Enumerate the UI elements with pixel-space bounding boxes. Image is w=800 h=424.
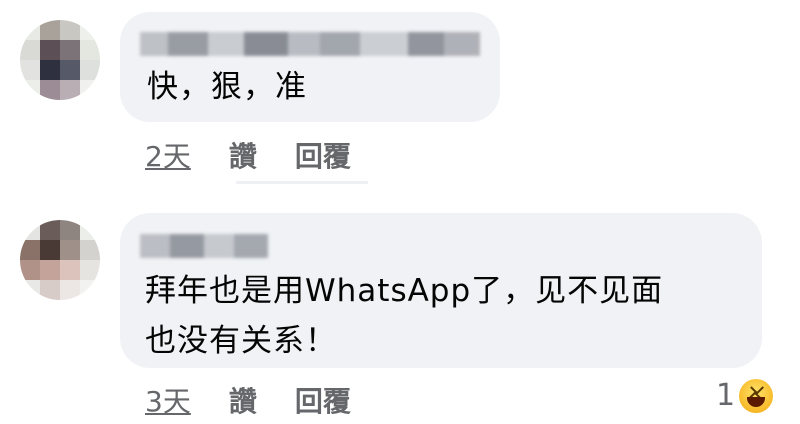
like-button[interactable]: 讚	[229, 135, 257, 175]
haha-emoji-icon	[739, 378, 774, 413]
comment-text: 快，狠，准	[147, 69, 307, 105]
timestamp-link[interactable]: 2天	[145, 135, 191, 175]
avatar[interactable]	[20, 20, 100, 100]
reply-button[interactable]: 回覆	[295, 380, 351, 420]
divider	[236, 181, 368, 184]
timestamp-link[interactable]: 3天	[145, 380, 191, 420]
comment-text: 拜年也是用WhatsApp了，见不见面 也没有关系！	[145, 273, 664, 359]
author-name[interactable]	[140, 32, 480, 56]
comment-meta: 3天 讚 回覆	[145, 380, 351, 420]
reaction-count: 1	[716, 378, 736, 413]
author-name[interactable]	[140, 234, 268, 258]
like-button[interactable]: 讚	[229, 380, 257, 420]
reply-button[interactable]: 回覆	[295, 135, 351, 175]
reaction-summary[interactable]: 1	[716, 378, 774, 413]
comment-meta: 2天 讚 回覆	[145, 135, 351, 175]
avatar[interactable]	[20, 220, 100, 300]
